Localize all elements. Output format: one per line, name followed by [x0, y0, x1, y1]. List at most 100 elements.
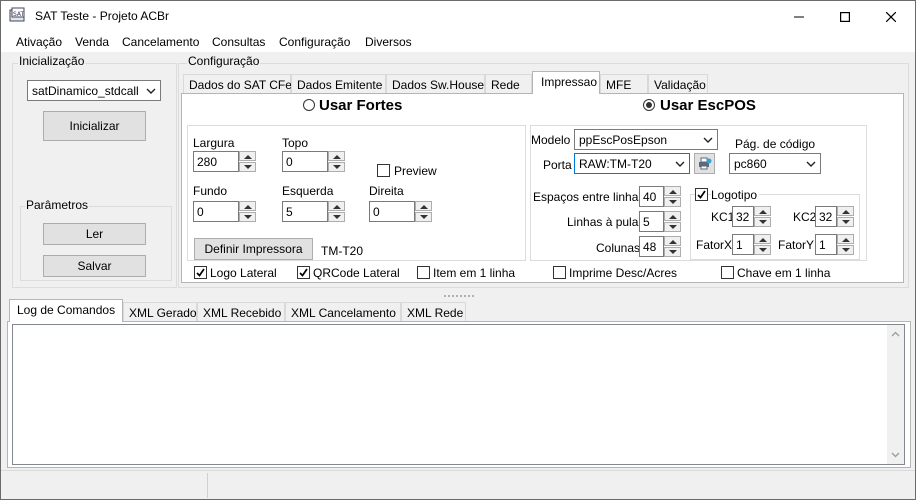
menu-venda[interactable]: Venda: [75, 35, 109, 49]
direita-up-button[interactable]: [415, 201, 432, 211]
radio-usar-escpos[interactable]: [643, 99, 655, 111]
modelo-select[interactable]: ppEscPosEpson: [574, 129, 718, 150]
topo-up-button[interactable]: [328, 151, 345, 161]
qrcode-lateral-checkbox[interactable]: [297, 266, 310, 279]
chave-1-linha-checkbox[interactable]: [721, 266, 734, 279]
menu-diversos[interactable]: Diversos: [365, 35, 412, 49]
scroll-up-icon[interactable]: [891, 331, 900, 337]
espacos-up-button[interactable]: [664, 186, 681, 196]
direita-spinner[interactable]: 0: [369, 201, 432, 222]
preview-checkbox[interactable]: [377, 164, 390, 177]
kc2-input[interactable]: 32: [815, 206, 837, 227]
fundo-input[interactable]: 0: [193, 201, 239, 222]
tab-xml-gerado[interactable]: XML Gerado: [123, 302, 197, 322]
topo-spinner[interactable]: 0: [282, 151, 345, 172]
tab-xml-recebido[interactable]: XML Recebido: [197, 302, 285, 322]
app-icon: SAT: [9, 7, 25, 22]
topo-down-button[interactable]: [328, 162, 345, 172]
linhas-down-button[interactable]: [664, 222, 681, 232]
fatory-down-button[interactable]: [837, 245, 854, 255]
menu-cancelamento[interactable]: Cancelamento: [122, 35, 199, 49]
scroll-down-icon[interactable]: [891, 452, 900, 458]
kc1-down-button[interactable]: [754, 217, 771, 227]
fatorx-down-button[interactable]: [754, 245, 771, 255]
tab-rede[interactable]: Rede: [485, 74, 532, 94]
largura-up-button[interactable]: [239, 151, 256, 161]
logotipo-checkbox[interactable]: [695, 188, 708, 201]
fatory-spinner[interactable]: 1: [815, 234, 854, 255]
pagcodigo-select[interactable]: pc860: [729, 153, 821, 174]
espacos-input[interactable]: 40: [639, 186, 664, 207]
read-button[interactable]: Ler: [43, 223, 146, 245]
esquerda-input[interactable]: 5: [282, 201, 328, 222]
direita-input[interactable]: 0: [369, 201, 415, 222]
kc1-up-button[interactable]: [754, 206, 771, 216]
fundo-label: Fundo: [193, 184, 228, 198]
minimize-button[interactable]: [776, 1, 822, 32]
radio-usar-fortes-label: Usar Fortes: [319, 97, 403, 114]
topo-input[interactable]: 0: [282, 151, 328, 172]
tab-xml-rede[interactable]: XML Rede: [401, 302, 466, 322]
linhas-spinner[interactable]: 5: [639, 211, 681, 232]
init-button[interactable]: Inicializar: [43, 111, 146, 141]
log-scrollbar[interactable]: [887, 325, 904, 464]
pagcodigo-select-value: pc860: [734, 157, 767, 171]
params-group-label: Parâmetros: [25, 198, 90, 212]
tab-dados-sat[interactable]: Dados do SAT CFe: [183, 74, 292, 94]
lib-select[interactable]: satDinamico_stdcall: [27, 80, 161, 101]
item-1-linha-label: Item em 1 linha: [433, 266, 516, 280]
fatorx-spinner[interactable]: 1: [732, 234, 771, 255]
kc2-down-button[interactable]: [837, 217, 854, 227]
item-1-linha-checkbox[interactable]: [417, 266, 430, 279]
largura-down-button[interactable]: [239, 162, 256, 172]
fundo-up-button[interactable]: [239, 201, 256, 211]
logo-lateral-checkbox[interactable]: [194, 266, 207, 279]
status-panel-1: [3, 473, 208, 498]
esquerda-up-button[interactable]: [328, 201, 345, 211]
definir-impressora-button[interactable]: Definir Impressora: [194, 238, 313, 260]
log-textarea[interactable]: [12, 324, 905, 465]
largura-spinner[interactable]: 280: [193, 151, 256, 172]
maximize-button[interactable]: [822, 1, 868, 32]
porta-select[interactable]: RAW:TM-T20: [574, 153, 690, 174]
imprime-desc-checkbox[interactable]: [553, 266, 566, 279]
direita-down-button[interactable]: [415, 212, 432, 222]
linhas-input[interactable]: 5: [639, 211, 664, 232]
save-button[interactable]: Salvar: [43, 255, 146, 277]
tab-log-comandos[interactable]: Log de Comandos: [9, 299, 123, 322]
fatory-input[interactable]: 1: [815, 234, 837, 255]
linhas-up-button[interactable]: [664, 211, 681, 221]
espacos-spinner[interactable]: 40: [639, 186, 681, 207]
tab-impressao[interactable]: Impressao: [532, 71, 600, 94]
fundo-spinner[interactable]: 0: [193, 201, 256, 222]
close-button[interactable]: [868, 1, 914, 32]
esquerda-spinner[interactable]: 5: [282, 201, 345, 222]
espacos-down-button[interactable]: [664, 197, 681, 207]
largura-input[interactable]: 280: [193, 151, 239, 172]
kc1-spinner[interactable]: 32: [732, 206, 771, 227]
tab-validacao[interactable]: Validação: [648, 74, 708, 94]
fatorx-up-button[interactable]: [754, 234, 771, 244]
chevron-down-icon: [675, 161, 685, 167]
radio-usar-fortes[interactable]: [303, 99, 315, 111]
menu-ativacao[interactable]: Ativação: [16, 35, 62, 49]
esquerda-down-button[interactable]: [328, 212, 345, 222]
kc1-input[interactable]: 32: [732, 206, 754, 227]
tab-dados-emitente[interactable]: Dados Emitente: [291, 74, 386, 94]
colunas-spinner[interactable]: 48: [639, 236, 681, 257]
colunas-down-button[interactable]: [664, 247, 681, 257]
menu-consultas[interactable]: Consultas: [212, 35, 265, 49]
fatorx-input[interactable]: 1: [732, 234, 754, 255]
fundo-down-button[interactable]: [239, 212, 256, 222]
porta-config-button[interactable]: [694, 153, 715, 174]
tab-mfe[interactable]: MFE: [600, 74, 648, 94]
tab-xml-cancelamento[interactable]: XML Cancelamento: [285, 302, 401, 322]
tab-dados-swhouse[interactable]: Dados Sw.House: [386, 74, 485, 94]
menu-configuracao[interactable]: Configuração: [279, 35, 350, 49]
kc2-spinner[interactable]: 32: [815, 206, 854, 227]
fatory-up-button[interactable]: [837, 234, 854, 244]
kc2-up-button[interactable]: [837, 206, 854, 216]
colunas-up-button[interactable]: [664, 236, 681, 246]
splitter-grip-icon[interactable]: [444, 294, 474, 298]
colunas-input[interactable]: 48: [639, 236, 664, 257]
